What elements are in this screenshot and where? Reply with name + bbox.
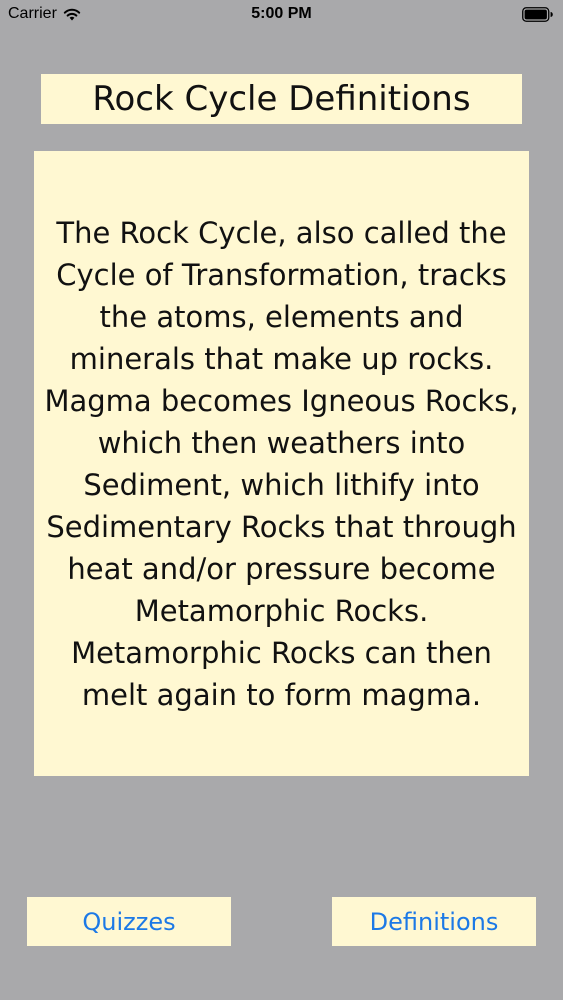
definition-text: The Rock Cycle, also called the Cycle of… (44, 215, 519, 712)
status-bar: Carrier 5:00 PM (0, 0, 563, 30)
title-card: Rock Cycle Definitions (41, 74, 522, 124)
definitions-button[interactable]: Definitions (332, 897, 536, 946)
battery-icon (522, 7, 553, 22)
status-time: 5:00 PM (251, 5, 312, 22)
definition-panel: The Rock Cycle, also called the Cycle of… (34, 151, 529, 776)
page-title: Rock Cycle Definitions (92, 79, 471, 119)
quizzes-button[interactable]: Quizzes (27, 897, 231, 946)
